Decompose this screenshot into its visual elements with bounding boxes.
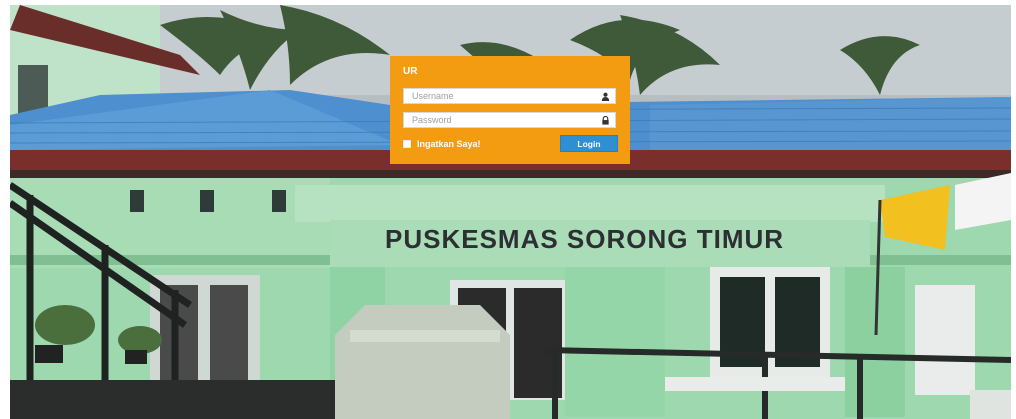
lock-icon [602, 116, 609, 125]
user-icon [601, 92, 610, 101]
login-button[interactable]: Login [560, 135, 618, 152]
password-input[interactable] [404, 113, 602, 127]
username-field-wrapper [403, 88, 616, 104]
remember-label: Ingatkan Saya! [417, 139, 481, 149]
remember-checkbox[interactable] [403, 140, 411, 148]
password-field-wrapper [403, 112, 616, 128]
login-title: UR [403, 66, 418, 77]
login-panel: UR Ingatkan Saya! Login [390, 56, 630, 164]
remember-me[interactable]: Ingatkan Saya! [403, 139, 481, 149]
building-sign: PUSKESMAS SORONG TIMUR [385, 224, 784, 254]
username-input[interactable] [404, 89, 602, 103]
